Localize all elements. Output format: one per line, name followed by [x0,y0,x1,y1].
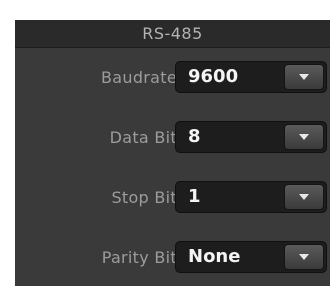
chevron-down-icon [299,74,309,80]
parity-bit-select[interactable]: None [175,241,327,273]
baudrate-select[interactable]: 9600 [175,61,327,93]
stop-bit-value: 1 [188,186,201,207]
data-bit-label: Data Bit [109,128,177,147]
baudrate-row: Baudrate 9600 [15,61,330,95]
stop-bit-label: Stop Bit [111,188,177,207]
parity-bit-dropdown-button[interactable] [284,244,324,270]
stop-bit-row: Stop Bit 1 [15,181,330,215]
parity-bit-value: None [188,246,241,267]
parity-bit-label: Parity Bit [101,248,177,267]
data-bit-select[interactable]: 8 [175,121,327,153]
baudrate-dropdown-button[interactable] [284,64,324,90]
data-bit-dropdown-button[interactable] [284,124,324,150]
parity-bit-row: Parity Bit None [15,241,330,275]
rs485-settings-panel: RS-485 Baudrate 9600 Data Bit 8 Stop Bit [15,20,330,286]
chevron-down-icon [299,194,309,200]
chevron-down-icon [299,254,309,260]
baudrate-label: Baudrate [101,68,177,87]
stop-bit-dropdown-button[interactable] [284,184,324,210]
stop-bit-select[interactable]: 1 [175,181,327,213]
data-bit-value: 8 [188,126,201,147]
baudrate-value: 9600 [188,66,239,87]
panel-title: RS-485 [15,20,330,48]
chevron-down-icon [299,134,309,140]
data-bit-row: Data Bit 8 [15,121,330,155]
